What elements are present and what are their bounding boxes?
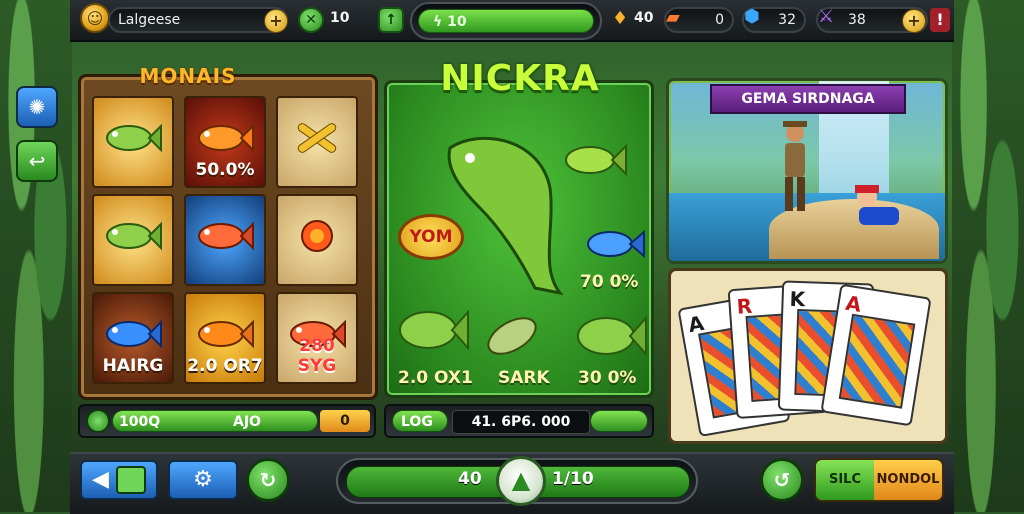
left-arrow-icon: ◀ [92,467,109,492]
back-arrow-icon[interactable]: ↩ [16,140,58,182]
fish-icon [198,320,254,349]
slot-caption: 50.0% [195,160,255,180]
fish-icon [198,222,254,251]
map-icon [115,466,146,494]
fire-icon: ♦ [612,8,629,29]
back-button[interactable]: ◀ [80,460,158,500]
big-fish-icon [447,136,564,296]
slot-cell[interactable]: 50.0% [184,96,266,188]
crossed-sticks-icon [297,123,337,154]
sword-count: 38 [848,12,866,28]
gear-icon: ⚙ [193,467,213,492]
middle-bar-value: 41. 6P6. 000 [452,410,590,434]
plumber-character-icon [855,185,899,225]
energy-meter: ϟ 10 [410,2,602,40]
bass-fish-icon [577,315,647,357]
left-progress-bar: 100Q AJO 0 [78,404,376,438]
yom-badge: YOM [398,214,464,260]
left-bar-value: 0 [320,410,370,432]
refresh-button[interactable]: ↻ [246,458,290,502]
action-left-label: SILC [816,460,874,500]
action-button[interactable]: SILC NONDOL [814,458,944,502]
fish-icon [106,124,162,153]
ticket-count: 0 [715,12,724,28]
fish-icon [106,222,162,251]
card-rank: K [789,286,806,312]
up-arrow-icon: ▲ [511,466,531,494]
middle-bar-label: LOG [392,410,448,432]
slot-caption: HAIRG [102,356,164,376]
jumping-fish-icon [487,317,537,355]
fish-icon [198,124,254,153]
slot-cell[interactable] [184,194,266,286]
mid-caption-2: SARK [498,368,550,388]
gem-icon: ✕ [298,7,324,33]
player-name-field: Lalgeese [108,7,288,33]
middle-bar-fill [590,410,648,432]
energy-meter-fill: ϟ 10 [418,9,594,33]
slot-cell[interactable]: 280 SYG [276,292,358,384]
bass-fish-icon [399,309,469,351]
small-fish-icon [565,143,627,177]
add-coins-button[interactable]: + [264,9,288,33]
sword-icon: ⚔ [818,6,835,27]
coin-icon[interactable]: ☺ [80,3,110,33]
card-face [838,313,916,409]
ticket-icon: ▰ [666,7,680,28]
slot-caption: 2.0 OR7 [187,356,263,376]
fish-badge-icon [86,409,110,433]
upload-icon[interactable]: ↑ [378,7,404,33]
action-right-label: NONDOL [874,460,942,500]
bet-left-value: 40 [458,469,482,489]
bet-right-value: 1/10 [552,469,594,489]
refresh-icon: ↻ [259,468,277,492]
fire-count: 40 [634,10,654,26]
settings-button[interactable]: ⚙ [168,460,238,500]
left-bar-label: 100Q [119,414,161,430]
replay-icon: ↺ [773,468,791,492]
slot-cell[interactable] [276,96,358,188]
shell-icon [301,220,333,253]
replay-button[interactable]: ↺ [760,458,804,502]
energy-value: 10 [447,14,467,30]
mid-caption-1: 2.0 OX1 [398,368,473,388]
blue-fish-icon [587,229,645,259]
scene-banner: GEMA SIRDNAGA [710,84,906,114]
adventurer-icon [783,121,807,211]
player-name: Lalgeese [118,12,181,28]
left-bar-mid: AJO [233,414,261,430]
mid-caption-3: 30 0% [578,368,637,388]
menu-icon[interactable]: ! [930,8,950,32]
slot-cell[interactable]: HAIRG [92,292,174,384]
shield-count: 32 [778,12,796,28]
lightning-icon: ϟ [433,14,448,30]
left-progress-fill: 100Q AJO [112,410,318,432]
slot-cell[interactable] [92,96,174,188]
slot-cell[interactable]: 2.0 OR7 [184,292,266,384]
jungle-background-right [952,0,1024,512]
slot-cell[interactable] [92,194,174,286]
middle-progress-bar: LOG 41. 6P6. 000 [384,404,654,438]
left-panel-title: MONAIS [139,64,237,88]
add-currency-button[interactable]: + [902,9,926,33]
jungle-background-left [0,0,72,512]
fish-icon [106,320,162,349]
spin-button[interactable]: ▲ [496,456,546,506]
middle-panel-title: NICKRA [440,58,600,99]
settings-gear-icon[interactable]: ✺ [16,86,58,128]
gem-count: 10 [330,10,350,26]
shield-icon: ⬢ [744,6,760,27]
mid-percent: 70 0% [580,272,639,292]
slot-caption: 280 SYG [297,336,337,376]
slot-cell[interactable] [276,194,358,286]
